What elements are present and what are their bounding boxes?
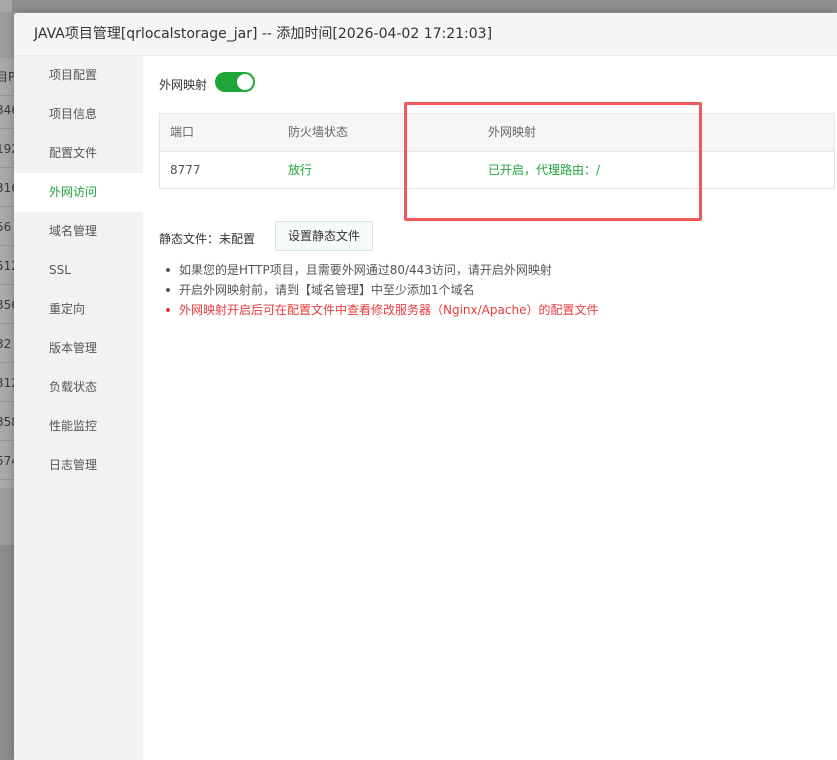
firewall-status-cell: 放行 <box>288 163 313 177</box>
sidebar-item-log-management[interactable]: 日志管理 <box>14 446 143 485</box>
mapping-toggle-label: 外网映射 <box>159 78 208 92</box>
sidebar-item-load-status[interactable]: 负载状态 <box>14 368 143 407</box>
background-tab <box>0 0 12 12</box>
background-cell: 56 <box>0 208 14 246</box>
background-overlay <box>0 545 14 760</box>
sidebar-item-version-management[interactable]: 版本管理 <box>14 329 143 368</box>
static-files-status: 静态文件：未配置 <box>159 232 256 246</box>
port-mapping-table: 端口 防火墙状态 外网映射 8777 放行 已开启，代理路由：/ <box>159 113 835 189</box>
external-access-panel: 外网映射 端口 防火墙状态 外网映射 8777 放行 已开启，代理路由：/ 静态… <box>143 56 837 760</box>
column-header-mapping: 外网映射 <box>488 125 537 139</box>
sidebar-item-redirect[interactable]: 重定向 <box>14 290 143 329</box>
mapping-toggle-switch[interactable] <box>215 72 255 92</box>
column-header-firewall: 防火墙状态 <box>288 125 349 139</box>
port-cell: 8777 <box>170 163 201 177</box>
sidebar-item-config-file[interactable]: 配置文件 <box>14 134 143 173</box>
background-cell: 356 <box>0 286 14 324</box>
modal-sidebar: 项目配置 项目信息 配置文件 外网访问 域名管理 SSL 重定向 版本管理 负载… <box>14 56 143 760</box>
sidebar-item-performance-monitor[interactable]: 性能监控 <box>14 407 143 446</box>
sidebar-item-project-config[interactable]: 项目配置 <box>14 56 143 95</box>
set-static-files-button[interactable]: 设置静态文件 <box>275 221 373 251</box>
background-cell: 312 <box>0 364 14 402</box>
background-cell: 192 <box>0 130 14 168</box>
help-tips-list: 如果您的是HTTP项目，且需要外网通过80/443访问，请开启外网映射 开启外网… <box>163 260 598 320</box>
modal-header: JAVA项目管理[qrlocalstorage_jar] -- 添加时间[202… <box>14 13 837 56</box>
background-cell: 346 <box>0 91 14 129</box>
table-row: 8777 放行 已开启，代理路由：/ <box>160 152 834 188</box>
mapping-status-cell: 已开启，代理路由：/ <box>488 163 601 177</box>
background-cell: 358 <box>0 403 14 441</box>
list-item: 外网映射开启后可在配置文件中查看修改服务器（Nginx/Apache）的配置文件 <box>163 300 598 320</box>
table-header-row: 端口 防火墙状态 外网映射 <box>160 114 834 152</box>
toggle-knob <box>237 74 253 90</box>
list-item: 开启外网映射前，请到【域名管理】中至少添加1个域名 <box>163 280 598 300</box>
sidebar-item-domain-management[interactable]: 域名管理 <box>14 212 143 251</box>
background-cell: 32 <box>0 325 14 363</box>
modal-title: JAVA项目管理[qrlocalstorage_jar] -- 添加时间[202… <box>34 26 493 42</box>
background-topbar <box>0 0 837 12</box>
background-cell: 574 <box>0 442 14 480</box>
background-cell: 512 <box>0 247 14 285</box>
sidebar-item-external-access[interactable]: 外网访问 <box>14 173 143 212</box>
list-item: 如果您的是HTTP项目，且需要外网通过80/443访问，请开启外网映射 <box>163 260 598 280</box>
background-cell: 316 <box>0 169 14 207</box>
sidebar-item-project-info[interactable]: 项目信息 <box>14 95 143 134</box>
background-table: 目P 346 192 316 56 512 356 32 312 358 574 <box>0 58 14 488</box>
column-header-port: 端口 <box>170 125 195 139</box>
sidebar-item-ssl[interactable]: SSL <box>14 251 143 290</box>
java-project-modal: JAVA项目管理[qrlocalstorage_jar] -- 添加时间[202… <box>14 13 837 760</box>
